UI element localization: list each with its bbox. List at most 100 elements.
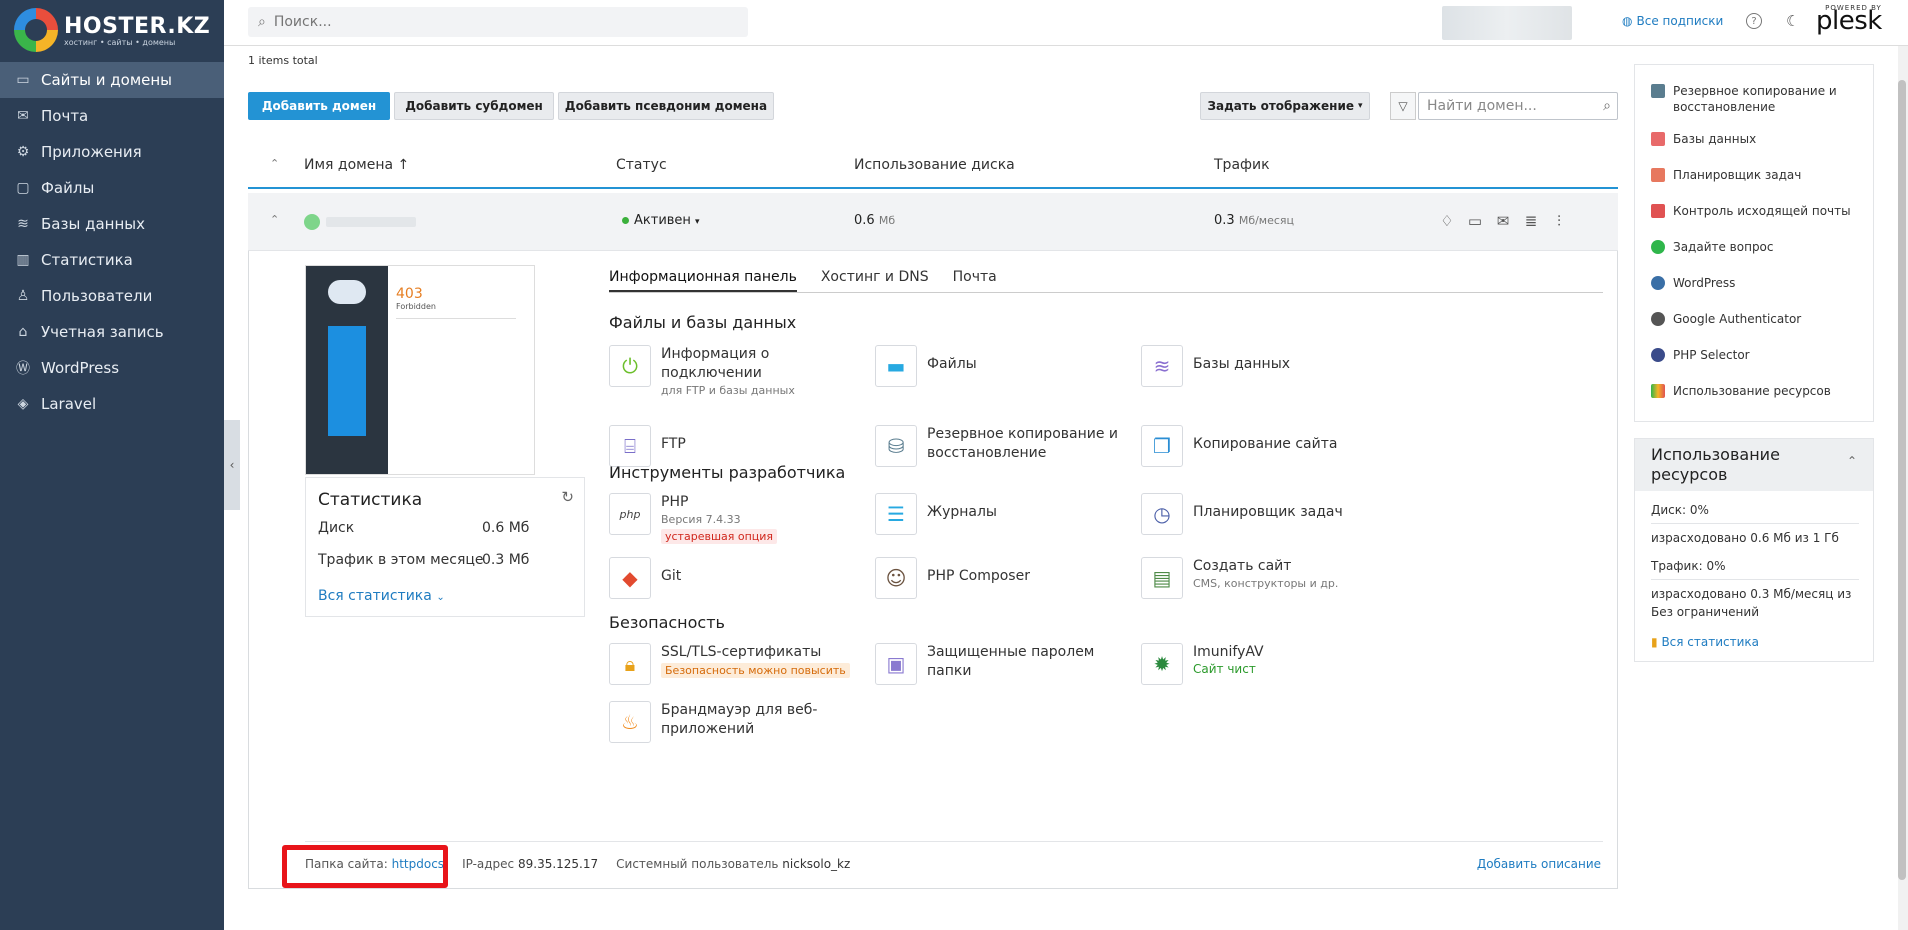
sidebar-item-mail[interactable]: ✉ Почта: [0, 98, 224, 134]
imunify-icon: ✹: [1141, 643, 1183, 685]
tab-mail[interactable]: Почта: [953, 269, 997, 292]
tool-site-copy[interactable]: ❐ Копирование сайта: [1141, 425, 1337, 467]
logo-icon: [14, 8, 58, 52]
divider: [1651, 523, 1859, 524]
col-status: Статус: [616, 157, 667, 173]
tool-ftp[interactable]: ⌸ FTP: [609, 425, 686, 467]
add-description-link[interactable]: Добавить описание: [1477, 857, 1601, 871]
tool-create-site[interactable]: ▤ Создать сайт CMS, конструкторы и др.: [1141, 557, 1338, 599]
domain-details: 403 Forbidden Статистика ↻ Диск 0.6 Мб Т…: [248, 251, 1618, 889]
view-settings-button[interactable]: Задать отображение ▾: [1200, 92, 1370, 120]
topbar: ⌕ ◍Все подписки ? ☾ POWERED BY plesk: [224, 0, 1908, 46]
sidebar-item-users[interactable]: ♙ Пользователи: [0, 278, 224, 314]
quick-link-scheduler[interactable]: Планировщик задач: [1651, 167, 1801, 183]
resource-all-stats-link[interactable]: ▮ Вся статистика: [1651, 633, 1759, 651]
add-domain-button[interactable]: Добавить домен: [248, 92, 390, 120]
sidebar-item-apps[interactable]: ⚙ Приложения: [0, 134, 224, 170]
chevron-left-icon: ‹: [229, 458, 235, 472]
tab-dashboard[interactable]: Информационная панель: [609, 269, 797, 292]
monitor-icon: ▭: [16, 72, 30, 88]
wordpress-icon: Ⓦ: [16, 361, 30, 377]
git-icon: ◆: [609, 557, 651, 599]
sidebar-item-statistics[interactable]: ▥ Статистика: [0, 242, 224, 278]
sidebar-collapse-button[interactable]: ‹: [224, 420, 240, 510]
plesk-wordmark: plesk: [1816, 6, 1882, 36]
tab-hosting-dns[interactable]: Хостинг и DNS: [821, 269, 929, 292]
search-icon: ⌕: [1603, 98, 1611, 114]
sidebar-item-sites[interactable]: ▭ Сайты и домены: [0, 62, 224, 98]
resource-usage-card: Использование ресурсов ⌃ Диск: 0% израсх…: [1634, 438, 1874, 662]
site-preview[interactable]: 403 Forbidden: [305, 265, 535, 475]
bar-chart-icon: ▮: [1651, 635, 1658, 649]
brand-logo[interactable]: HOSTER.KZ хостинг • сайты • домены: [14, 8, 210, 52]
col-domain[interactable]: Имя домена ↑: [304, 157, 409, 173]
tool-git[interactable]: ◆ Git: [609, 557, 681, 599]
quick-link-google-auth[interactable]: Google Authenticator: [1651, 311, 1801, 327]
tool-connection-info[interactable]: ⏻ Информация о подключении для FTP и базы …: [609, 345, 795, 399]
status-badge[interactable]: Активен ▾: [622, 213, 699, 228]
sidebar-item-wordpress[interactable]: Ⓦ WordPress: [0, 350, 224, 386]
domain-name[interactable]: [326, 217, 416, 227]
quick-link-mail-control[interactable]: Контроль исходящей почты: [1651, 203, 1851, 219]
sidebar-item-databases[interactable]: ≋ Базы данных: [0, 206, 224, 242]
quick-link-label: WordPress: [1673, 276, 1736, 290]
tool-imunify[interactable]: ✹ ImunifyAV Сайт чист: [1141, 643, 1264, 685]
mail-icon[interactable]: ✉: [1494, 212, 1512, 230]
tool-composer[interactable]: ☺ PHP Composer: [875, 557, 1030, 599]
quick-link-backup[interactable]: Резервное копирование и восстановление: [1651, 83, 1863, 115]
tool-files[interactable]: ▬ Файлы: [875, 345, 977, 387]
tool-scheduler[interactable]: ◷ Планировщик задач: [1141, 493, 1343, 535]
quick-link-wordpress[interactable]: WordPress: [1651, 275, 1735, 291]
tool-ssl[interactable]: 🔒︎ SSL/TLS-сертификаты Безопасность можно…: [609, 643, 850, 685]
resource-usage-header[interactable]: Использование ресурсов ⌃: [1635, 439, 1873, 491]
quick-link-php-selector[interactable]: PHP Selector: [1651, 347, 1750, 363]
sidebar-item-files[interactable]: ▢ Файлы: [0, 170, 224, 206]
quick-link-databases[interactable]: Базы данных: [1651, 131, 1756, 147]
sidebar-item-account[interactable]: ⌂ Учетная запись: [0, 314, 224, 350]
tool-label: PHP: [661, 494, 689, 510]
filter-icon[interactable]: ▽: [1390, 92, 1416, 120]
tool-php[interactable]: php PHP Версия 7.4.33 устаревшая опция: [609, 493, 778, 544]
tool-label: приложений: [661, 721, 755, 737]
drop-icon[interactable]: ♢: [1438, 212, 1456, 230]
add-alias-button[interactable]: Добавить псевдоним домена: [558, 92, 774, 120]
user-menu[interactable]: [1442, 6, 1572, 40]
moon-icon[interactable]: ☾: [1786, 12, 1799, 30]
add-subdomain-button[interactable]: Добавить субдомен: [394, 92, 554, 120]
collapse-row-icon[interactable]: ⌃: [270, 213, 279, 226]
cloud-icon: [328, 280, 366, 304]
sidebar-item-label: Файлы: [41, 179, 95, 197]
tool-logs[interactable]: ☰ Журналы: [875, 493, 997, 535]
col-disk: Использование диска: [854, 157, 1015, 173]
sliders-icon[interactable]: ⫶: [1550, 212, 1568, 230]
all-stats-link[interactable]: Вся статистика ⌄: [318, 588, 445, 604]
ip-address: IP-адрес 89.35.125.17: [462, 857, 598, 871]
tool-label: Копирование сайта: [1193, 436, 1338, 452]
scrollbar-thumb[interactable]: [1898, 80, 1906, 880]
chevron-down-icon: ▾: [694, 217, 700, 227]
whatsapp-icon: [1651, 240, 1665, 254]
quick-link-ask[interactable]: Задайте вопрос: [1651, 239, 1774, 255]
folder-icon[interactable]: ▭: [1466, 212, 1484, 230]
tool-label: Защищенные паролем: [927, 644, 1095, 660]
domain-search-input[interactable]: Найти домен... ⌕: [1418, 92, 1618, 120]
database-icon: ≋: [1141, 345, 1183, 387]
tool-backup[interactable]: ⛁ Резервное копирование и восстановление: [875, 425, 1118, 467]
collapse-all-icon[interactable]: ⌃: [270, 157, 279, 170]
refresh-icon[interactable]: ↻: [561, 488, 574, 506]
deprecated-badge: устаревшая опция: [661, 529, 778, 544]
database-icon[interactable]: ≣: [1522, 212, 1540, 230]
search-input[interactable]: [273, 14, 714, 30]
scrollbar[interactable]: [1898, 46, 1908, 930]
chevron-up-icon[interactable]: ⌃: [1847, 451, 1857, 471]
tool-databases[interactable]: ≋ Базы данных: [1141, 345, 1290, 387]
sidebar-item-laravel[interactable]: ◈ Laravel: [0, 386, 224, 422]
global-search[interactable]: ⌕: [248, 7, 748, 37]
tool-protected-folders[interactable]: ▣ Защищенные паролем папки: [875, 643, 1094, 685]
sidebar-item-label: Статистика: [41, 251, 133, 269]
quick-link-resources[interactable]: Использование ресурсов: [1651, 383, 1831, 399]
tool-waf[interactable]: ♨ Брандмауэр для веб-приложений: [609, 701, 817, 743]
subscriptions-link[interactable]: ◍ Все подписки: [1622, 14, 1723, 28]
table-row[interactable]: ⌃ Активен ▾ 0.6 Мб 0.3 Мб/месяц ♢ ▭ ✉ ≣ ⫶: [248, 193, 1618, 251]
help-icon[interactable]: ?: [1746, 13, 1762, 29]
